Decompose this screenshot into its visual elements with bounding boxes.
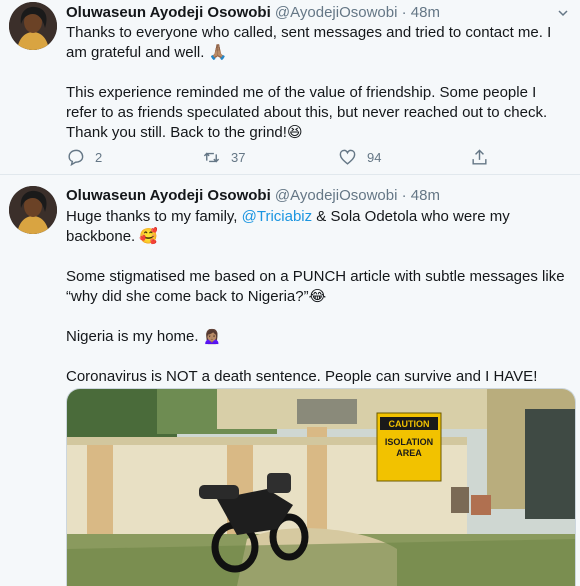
tweet-paragraph: Some stigmatised me based on a PUNCH art… (66, 268, 565, 305)
text-segment: Huge thanks to my family, (66, 208, 242, 225)
separator-dot: · (401, 4, 407, 21)
mention-link[interactable]: @Triciabiz (242, 208, 313, 225)
caret-down-icon[interactable] (558, 8, 568, 18)
sign-caption: ISOLATION (385, 437, 433, 447)
avatar-image (9, 2, 57, 50)
author-name[interactable]: Oluwaseun Ayodeji Osowobi (66, 4, 271, 21)
tweet-header: Oluwaseun Ayodeji Osowobi @AyodejiOsowob… (66, 3, 440, 23)
like-button[interactable]: 94 (338, 146, 381, 168)
retweet-button[interactable]: 37 (202, 146, 245, 168)
avatar-image (9, 186, 57, 234)
tweet-media-photo[interactable]: CAUTION ISOLATION AREA (66, 388, 576, 586)
share-button[interactable] (470, 146, 499, 168)
retweet-count: 37 (231, 149, 246, 165)
photo-scene: CAUTION ISOLATION AREA (67, 389, 575, 586)
tweet-text: Huge thanks to my family, @Triciabiz & S… (66, 207, 571, 387)
author-name[interactable]: Oluwaseun Ayodeji Osowobi (66, 187, 271, 204)
author-handle[interactable]: @AyodejiOsowobi (275, 4, 398, 21)
tweet-paragraph: Huge thanks to my family, @Triciabiz & S… (66, 207, 571, 247)
reply-count: 2 (95, 149, 103, 165)
sign-caption: AREA (396, 448, 422, 458)
like-icon (339, 149, 356, 165)
tweet-time[interactable]: 48m (411, 187, 440, 204)
retweet-icon (203, 152, 220, 162)
like-count: 94 (367, 149, 382, 165)
author-handle[interactable]: @AyodejiOsowobi (275, 187, 398, 204)
tweet-header: Oluwaseun Ayodeji Osowobi @AyodejiOsowob… (66, 186, 440, 206)
tweet[interactable]: Oluwaseun Ayodeji Osowobi @AyodejiOsowob… (0, 0, 580, 175)
separator-dot: · (401, 187, 407, 204)
tweet[interactable]: Oluwaseun Ayodeji Osowobi @AyodejiOsowob… (0, 175, 580, 586)
avatar[interactable] (9, 2, 57, 50)
tweet-paragraph: Thanks to everyone who called, sent mess… (66, 24, 552, 61)
reply-button[interactable]: 2 (66, 146, 102, 168)
share-icon (472, 148, 487, 165)
tweet-text: Thanks to everyone who called, sent mess… (66, 23, 571, 143)
tweet-actions: 2 37 94 (66, 146, 506, 168)
tweet-paragraph: This experience reminded me of the value… (66, 84, 548, 141)
sign-caption: CAUTION (389, 419, 430, 429)
tweet-time[interactable]: 48m (411, 4, 440, 21)
tweet-paragraph: Nigeria is my home. 🙍🏽‍♀️ (66, 328, 222, 345)
reply-icon (68, 149, 84, 166)
tweet-paragraph: Coronavirus is NOT a death sentence. Peo… (66, 368, 538, 385)
avatar[interactable] (9, 186, 57, 234)
